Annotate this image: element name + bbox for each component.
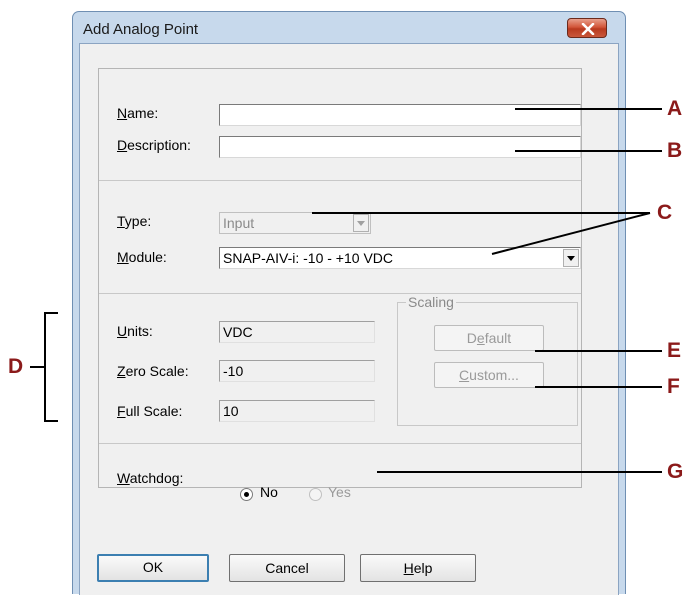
callout-lines (30, 108, 662, 473)
callout-f: F (667, 375, 680, 398)
callout-c-line-2 (491, 212, 651, 255)
callout-c: C (657, 201, 673, 224)
callout-d-bracket (44, 312, 58, 422)
callout-g: G (667, 460, 684, 483)
callout-b: B (667, 139, 683, 162)
callout-d: D (8, 355, 24, 378)
callout-e: E (667, 339, 682, 362)
callout-a: A (667, 97, 683, 120)
